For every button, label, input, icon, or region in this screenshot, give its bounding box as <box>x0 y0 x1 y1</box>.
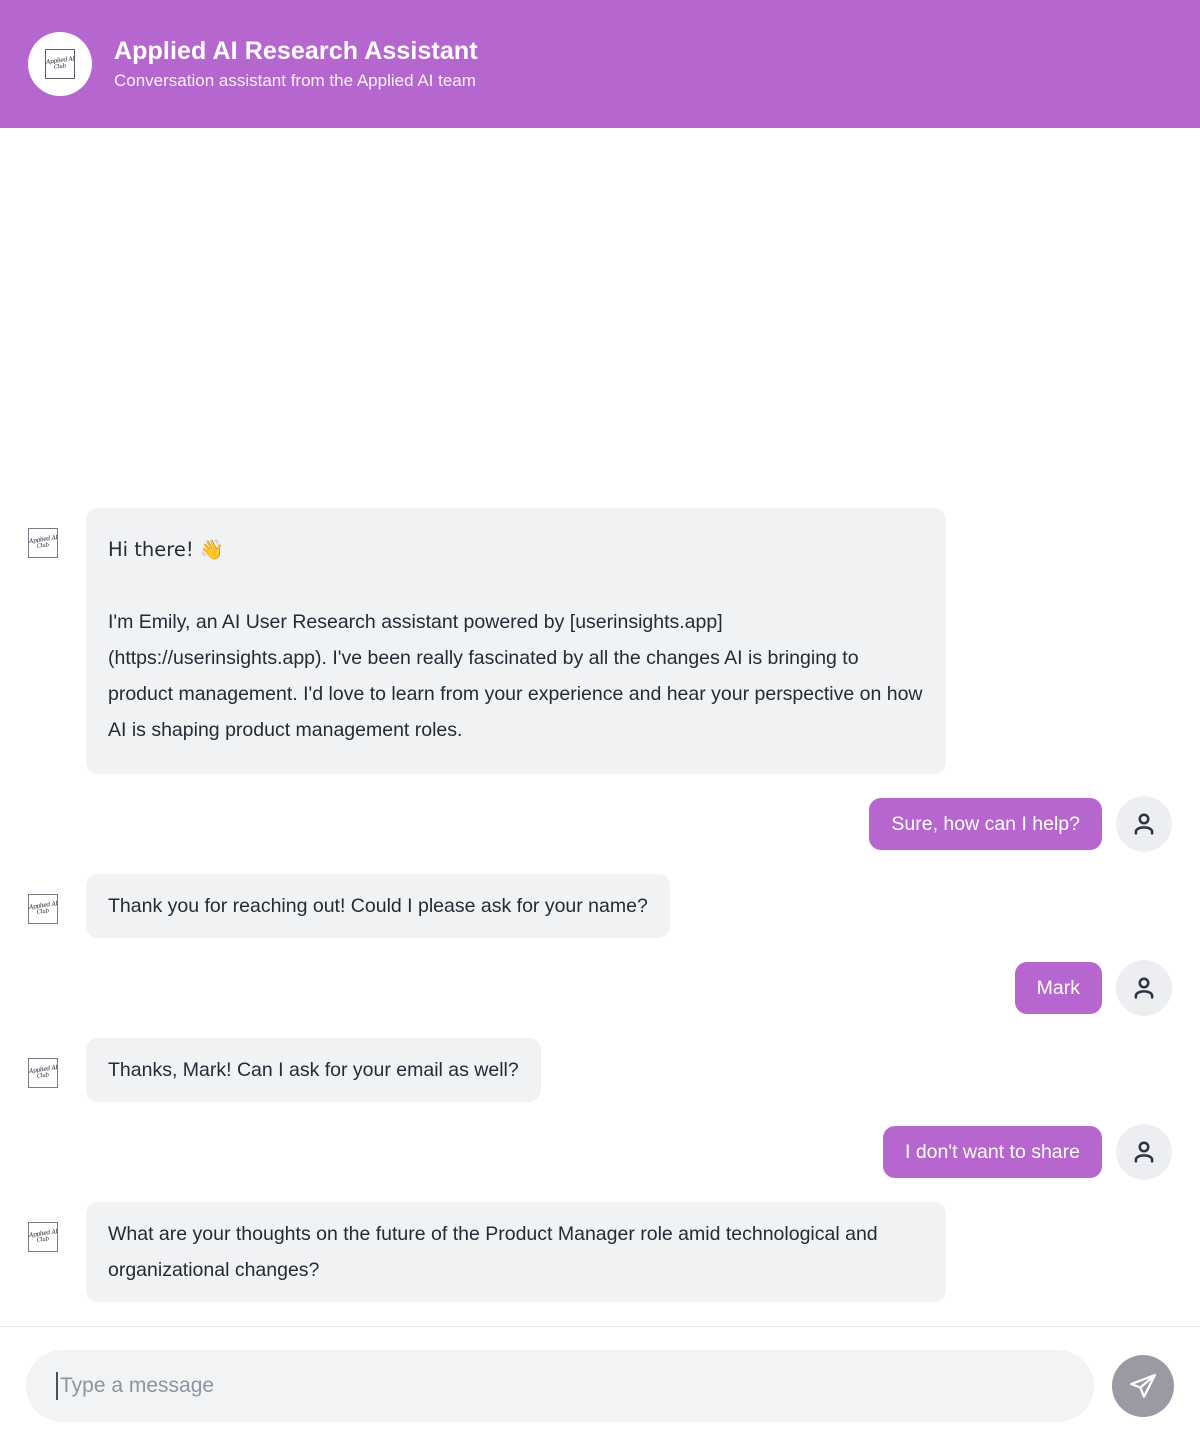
message-list[interactable]: Applied AI Club Hi there! 👋 I'm Emily, a… <box>0 128 1200 1326</box>
message-bubble-user: Mark <box>1014 962 1102 1014</box>
brand-logo-line-2: Club <box>53 63 67 71</box>
message-row-bot: Applied AI Club What are your thoughts o… <box>28 1202 1172 1302</box>
message-row-bot: Applied AI Club Hi there! 👋 I'm Emily, a… <box>28 508 1172 774</box>
user-avatar <box>1116 796 1172 852</box>
message-input[interactable] <box>58 1350 1064 1422</box>
bot-avatar-icon: Applied AI Club <box>28 1222 58 1252</box>
message-paragraph: I'm Emily, an AI User Research assistant… <box>108 611 923 741</box>
person-icon <box>1134 813 1154 835</box>
message-bubble-user: I don't want to share <box>883 1126 1102 1178</box>
message-input-wrapper[interactable] <box>26 1350 1094 1422</box>
message-row-user: Sure, how can I help? <box>28 796 1172 852</box>
bot-avatar-line-2: Club <box>36 1072 50 1080</box>
message-row-user: Mark <box>28 960 1172 1016</box>
send-button[interactable] <box>1112 1355 1174 1417</box>
person-icon <box>1134 1141 1154 1163</box>
message-composer <box>0 1327 1200 1445</box>
message-bubble-user: Sure, how can I help? <box>869 798 1102 850</box>
message-bubble-bot: Thanks, Mark! Can I ask for your email a… <box>86 1038 541 1102</box>
message-row-bot: Applied AI Club Thank you for reaching o… <box>28 874 1172 938</box>
message-bubble-bot: Hi there! 👋 I'm Emily, an AI User Resear… <box>86 508 946 774</box>
bot-avatar-line-2: Club <box>36 542 50 550</box>
message-bubble-bot: Thank you for reaching out! Could I plea… <box>86 874 670 938</box>
header-text-group: Applied AI Research Assistant Conversati… <box>114 36 478 92</box>
bot-avatar-icon: Applied AI Club <box>28 1058 58 1088</box>
message-bubble-bot: What are your thoughts on the future of … <box>86 1202 946 1302</box>
page-title: Applied AI Research Assistant <box>114 37 478 65</box>
page-subtitle: Conversation assistant from the Applied … <box>114 71 476 90</box>
send-paper-plane-icon <box>1130 1373 1156 1398</box>
user-avatar <box>1116 960 1172 1016</box>
message-row-bot: Applied AI Club Thanks, Mark! Can I ask … <box>28 1038 1172 1102</box>
message-paragraph: Hi there! 👋 <box>108 538 225 561</box>
brand-avatar: Applied AI Club <box>28 32 92 96</box>
bot-avatar-line-2: Club <box>36 1236 50 1244</box>
bot-avatar-icon: Applied AI Club <box>28 528 58 558</box>
chat-header: Applied AI Club Applied AI Research Assi… <box>0 0 1200 128</box>
user-avatar <box>1116 1124 1172 1180</box>
bot-avatar-line-2: Club <box>36 908 50 916</box>
applied-ai-club-logo-icon: Applied AI Club <box>45 49 75 79</box>
bot-avatar-icon: Applied AI Club <box>28 894 58 924</box>
chat-app: Applied AI Club Applied AI Research Assi… <box>0 0 1200 1445</box>
message-row-user: I don't want to share <box>28 1124 1172 1180</box>
person-icon <box>1134 977 1154 999</box>
